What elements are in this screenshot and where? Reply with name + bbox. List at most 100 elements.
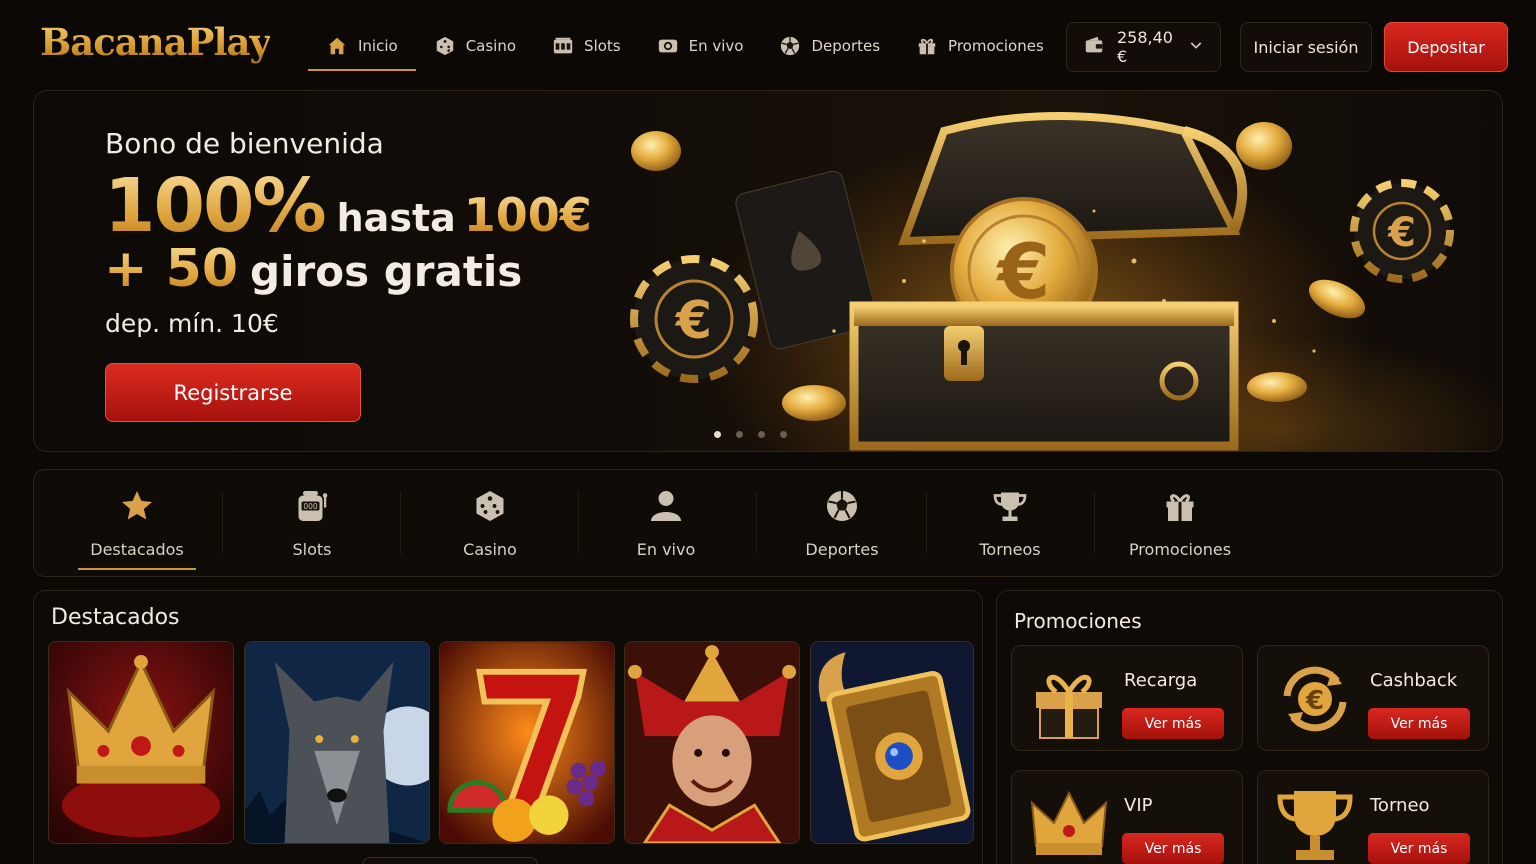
home-icon [326,35,348,57]
see-more-button[interactable]: Ver más [1122,708,1224,739]
hero-plus-spins: + 50 [104,239,239,299]
wallet-balance-dropdown[interactable]: 258,40 € [1066,22,1221,72]
category-label: Slots [292,539,332,559]
promo-name: VIP [1124,795,1153,816]
see-more-button[interactable]: Ver más [1368,833,1470,864]
gift-icon [1162,488,1198,528]
nav-item-deportes[interactable]: Deportes [761,22,898,70]
svg-text:€: € [1387,210,1416,256]
main-nav: Inicio Casino Slots En vivo Deportes Pro… [308,22,1062,72]
carousel-dot[interactable] [736,431,743,438]
game-card-crown[interactable] [48,641,234,844]
divider [756,492,757,554]
welcome-bonus-banner: Bono de bienvenida 100% hasta 100€ + 50 gir… [33,90,1503,452]
live-camera-icon [657,35,679,57]
category-label: Torneos [979,539,1041,559]
promo-card-recarga[interactable]: Recarga Ver más [1011,645,1243,751]
slot-machine-icon: 000 [294,488,330,528]
category-torneos[interactable]: Torneos [964,470,1056,576]
hero-subtitle: Bono de bienvenida [105,127,384,160]
promo-name: Torneo [1370,795,1430,816]
nav-item-inicio[interactable]: Inicio [308,22,416,71]
hero-percent: 100% [104,163,327,249]
dice-icon [434,35,456,57]
trophy-icon [992,488,1028,528]
promo-card-cashback[interactable]: € Cashback Ver más [1257,645,1489,751]
nav-item-promociones[interactable]: Promociones [898,22,1062,70]
golden-book-game-art [811,642,973,843]
category-label: Deportes [805,539,879,559]
nav-item-casino[interactable]: Casino [416,22,534,70]
game-card-wolf[interactable] [244,641,430,844]
deposit-button[interactable]: Depositar [1384,22,1508,72]
divider [926,492,927,554]
euro-cycle-icon: € [1272,656,1358,742]
category-en-vivo[interactable]: En vivo [620,470,712,576]
brand-logo[interactable]: BacanaPlay [40,20,271,64]
login-button[interactable]: Iniciar sesión [1240,22,1372,72]
load-more-tab[interactable] [362,857,538,864]
svg-text:000: 000 [303,502,318,511]
person-icon [648,488,684,528]
chevron-down-icon [1188,37,1204,57]
wolf-game-art [245,642,429,843]
game-card-lucky-seven[interactable] [439,641,615,844]
promo-card-torneo[interactable]: Torneo Ver más [1257,770,1489,864]
svg-text:€: € [1305,686,1324,716]
promo-card-vip[interactable]: VIP Ver más [1011,770,1243,864]
hero-offer-line-2: + 50 giros gratis [104,239,522,299]
svg-text:€: € [675,291,712,351]
divider [400,492,401,554]
category-destacados[interactable]: Destacados [78,470,196,576]
dice-icon [472,488,508,528]
carousel-dot[interactable] [780,431,787,438]
wallet-icon [1083,34,1105,60]
category-casino[interactable]: Casino [442,470,538,576]
hero-offer-line-1: 100% hasta 100€ [104,163,592,249]
nav-item-slots[interactable]: Slots [534,22,639,70]
register-button[interactable]: Registrarse [105,363,361,422]
game-card-jester[interactable] [624,641,800,844]
star-icon [119,488,155,528]
carousel-dot[interactable] [714,431,721,438]
nav-label: En vivo [688,37,744,55]
nav-label: Promociones [948,37,1044,55]
category-label: Destacados [90,539,184,559]
nav-label: Casino [465,37,517,55]
hero-hasta: hasta [336,196,456,240]
nav-label: Inicio [358,37,398,55]
promo-name: Cashback [1370,670,1458,691]
trophy-icon [1272,781,1358,864]
category-label: Promociones [1128,539,1232,559]
top-header: BacanaPlay Inicio Casino Slots En vivo D… [0,0,1536,90]
divider [578,492,579,554]
game-card-golden-book[interactable] [810,641,974,844]
category-deportes[interactable]: Deportes [794,470,890,576]
category-promociones[interactable]: Promociones [1126,470,1234,576]
crown-icon [1026,781,1112,864]
carousel-dots [714,431,787,438]
lucky-seven-game-art [440,642,614,843]
see-more-button[interactable]: Ver más [1368,708,1470,739]
hero-spins-text: giros gratis [250,247,523,296]
carousel-dot[interactable] [758,431,765,438]
jester-game-art [625,642,799,843]
gift-box-icon [1026,656,1112,742]
soccer-ball-icon [824,488,860,528]
category-bar: Destacados 000 Slots Casino En vivo Depo… [33,469,1503,577]
promotions-section: Promociones Recarga Ver más € Cashback V… [996,590,1503,864]
section-title: Destacados [51,605,180,630]
hero-amount: 100€ [463,188,592,242]
hero-min-deposit: dep. mín. 10€ [105,309,279,338]
gift-icon [916,35,938,57]
see-more-button[interactable]: Ver más [1122,833,1224,864]
nav-label: Deportes [811,37,881,55]
treasure-chest-illustration: € € € [630,112,1454,451]
promo-name: Recarga [1124,670,1198,691]
nav-label: Slots [584,37,621,55]
nav-item-en-vivo[interactable]: En vivo [639,22,762,70]
soccer-ball-icon [779,35,801,57]
slot-icon [552,35,574,57]
category-label: Casino [463,539,517,559]
category-slots[interactable]: 000 Slots [264,470,360,576]
